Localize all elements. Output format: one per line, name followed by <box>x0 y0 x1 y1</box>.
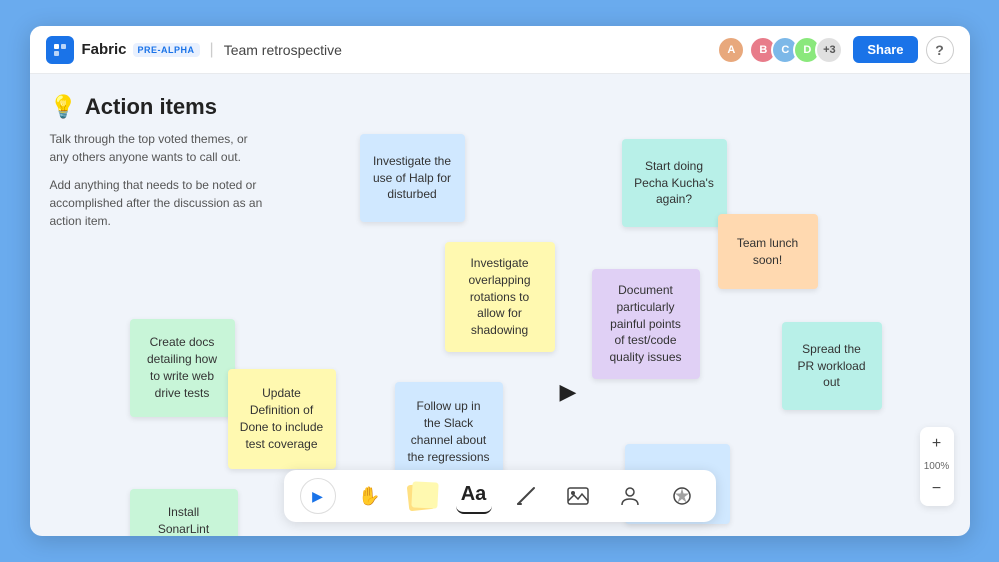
action-items-title-text: Action items <box>85 94 217 120</box>
toolbar-shape-button[interactable] <box>664 478 700 514</box>
sticky-sonarlint[interactable]: Install SonarLint plugin to IntelliJ <box>130 489 238 536</box>
toolbar-play-button[interactable]: ▶ <box>300 478 336 514</box>
pen-icon <box>512 482 540 510</box>
sticky-follow-up-slack[interactable]: Follow up in the Slack channel about the… <box>395 382 503 482</box>
zoom-in-button[interactable]: + <box>924 431 950 457</box>
stamp-icon <box>617 483 643 509</box>
bulb-icon: 💡 <box>50 94 77 120</box>
logo <box>46 36 74 64</box>
toolbar-pen-button[interactable] <box>508 478 544 514</box>
image-icon <box>565 483 591 509</box>
play-icon: ▶ <box>312 488 323 505</box>
pre-alpha-badge: PRE-ALPHA <box>133 43 200 57</box>
sticky-document-painful[interactable]: Document particularly painful points of … <box>592 269 700 379</box>
brand-name: Fabric <box>82 41 127 58</box>
left-panel: 💡 Action items Talk through the top vote… <box>50 94 270 240</box>
avatar-group: A B C D +3 <box>717 36 843 64</box>
action-items-desc1: Talk through the top voted themes, or an… <box>50 130 270 166</box>
sticky-team-lunch[interactable]: Team lunch soon! <box>718 214 818 289</box>
sticky-rotations[interactable]: Investigate overlapping rotations to all… <box>445 242 555 352</box>
toolbar-hand-button[interactable]: ✋ <box>352 478 388 514</box>
zoom-level-display: 100% <box>924 459 950 474</box>
sticky-halp[interactable]: Investigate the use of Halp for disturbe… <box>360 134 465 222</box>
sticky-pecha-kucha[interactable]: Start doing Pecha Kucha's again? <box>622 139 727 227</box>
toolbar-text-button[interactable]: Aa <box>456 478 492 514</box>
page-title: Team retrospective <box>224 42 718 58</box>
text-icon: Aa <box>461 483 487 506</box>
toolbar-image-button[interactable] <box>560 478 596 514</box>
toolbar: ▶ ✋ Aa <box>284 470 716 522</box>
help-button[interactable]: ? <box>926 36 954 64</box>
hand-icon: ✋ <box>358 486 380 507</box>
action-items-header: 💡 Action items <box>50 94 270 120</box>
share-button[interactable]: Share <box>853 36 917 63</box>
toolbar-stamp-button[interactable] <box>612 478 648 514</box>
toolbar-sticky-button[interactable] <box>404 478 440 514</box>
avatar-1: A <box>717 36 745 64</box>
zoom-out-button[interactable]: − <box>924 476 950 502</box>
sticky-spread-workload[interactable]: Spread the PR workload out <box>782 322 882 410</box>
sticky-update-definition[interactable]: Update Definition of Done to include tes… <box>228 369 336 469</box>
action-items-desc2: Add anything that needs to be noted or a… <box>50 176 270 230</box>
app-window: Fabric PRE-ALPHA | Team retrospective A … <box>30 26 970 536</box>
header-divider: | <box>210 41 214 59</box>
shape-icon <box>669 483 695 509</box>
cursor-arrow: ▶ <box>560 379 577 405</box>
avatar-overflow: +3 <box>815 36 843 64</box>
header: Fabric PRE-ALPHA | Team retrospective A … <box>30 26 970 74</box>
canvas[interactable]: 💡 Action items Talk through the top vote… <box>30 74 970 536</box>
zoom-controls: + 100% − <box>920 427 954 506</box>
avatar-stack: B C D +3 <box>749 36 843 64</box>
sticky-create-docs[interactable]: Create docs detailing how to write web d… <box>130 319 235 417</box>
